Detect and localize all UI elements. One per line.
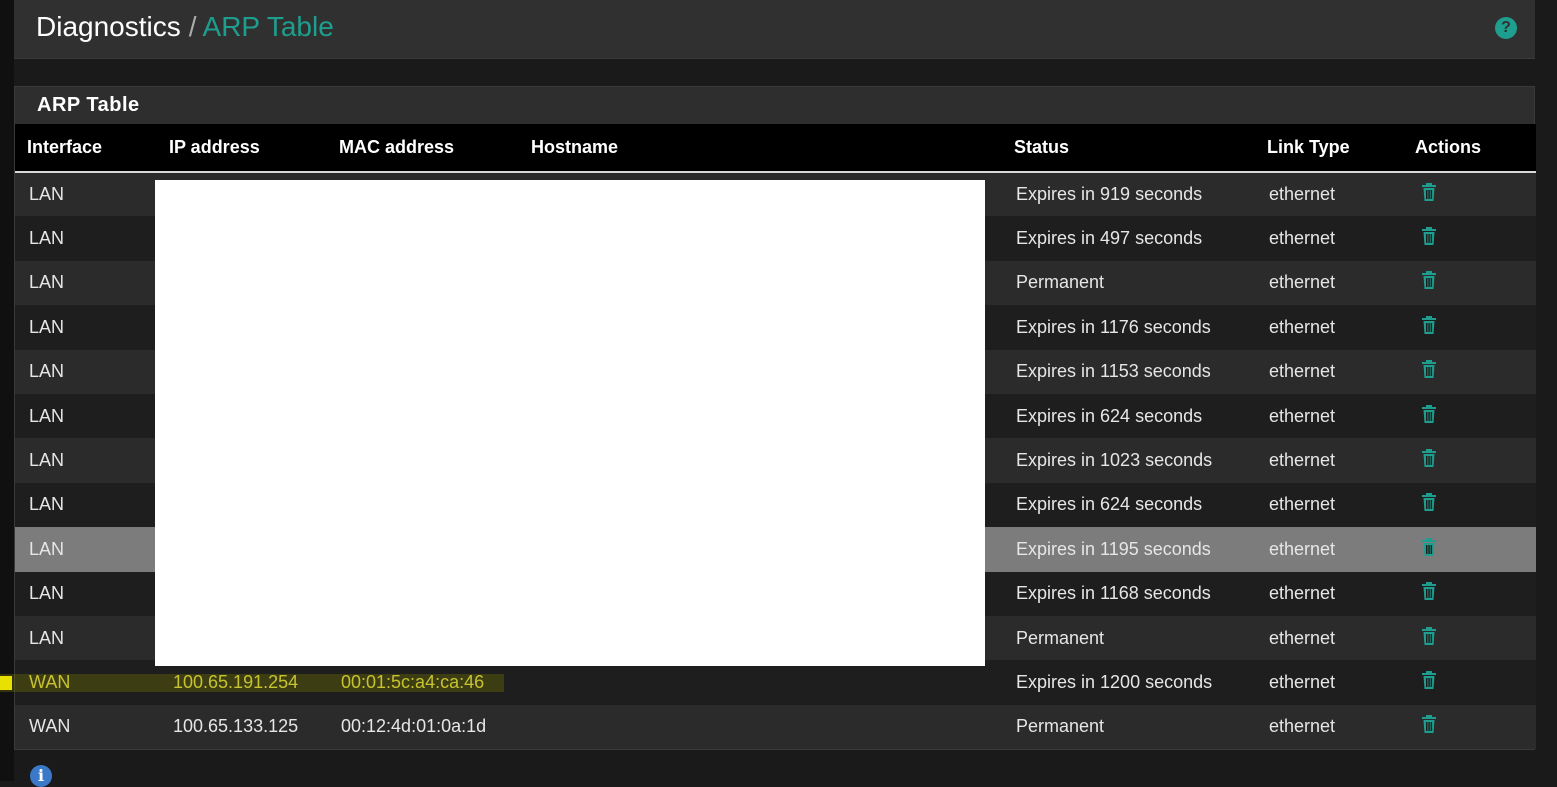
cell-mac: 00:12:4d:01:0a:1d	[341, 716, 487, 737]
cell-link-type: ethernet	[1269, 272, 1336, 293]
cell-link-type: ethernet	[1269, 184, 1336, 205]
trash-icon[interactable]	[1421, 537, 1437, 557]
trash-icon[interactable]	[1421, 226, 1437, 246]
cell-link-type: ethernet	[1269, 627, 1336, 648]
trash-icon[interactable]	[1421, 714, 1437, 734]
cell-interface: LAN	[29, 184, 65, 205]
highlight-mark	[0, 674, 504, 692]
cell-actions	[1403, 216, 1536, 260]
trash-icon[interactable]	[1421, 270, 1437, 290]
cell-interface: LAN	[29, 361, 65, 382]
cell-actions	[1403, 660, 1536, 704]
trash-icon[interactable]	[1421, 626, 1437, 646]
question-circle-icon[interactable]: ?	[1495, 17, 1517, 39]
page-header: Diagnostics / ARP Table ?	[14, 0, 1535, 59]
cell-actions	[1403, 394, 1536, 438]
cell-status: Expires in 624 seconds	[1016, 405, 1203, 426]
cell-status: Expires in 1195 seconds	[1016, 538, 1211, 559]
header-ip-address[interactable]: IP address	[157, 124, 327, 173]
header-status[interactable]: Status	[1002, 124, 1255, 173]
trash-icon[interactable]	[1421, 315, 1437, 335]
cell-link-type: ethernet	[1269, 361, 1336, 382]
breadcrumb-root[interactable]: Diagnostics	[36, 11, 181, 42]
cell-link-type: ethernet	[1269, 538, 1336, 559]
redaction-box	[155, 180, 985, 666]
header-actions: Actions	[1403, 124, 1536, 173]
cell-interface: LAN	[29, 494, 65, 515]
cell-link-type: ethernet	[1269, 316, 1336, 337]
left-edge	[0, 0, 14, 781]
cell-link-type: ethernet	[1269, 583, 1336, 604]
cell-actions	[1403, 261, 1536, 305]
cell-interface: LAN	[29, 405, 65, 426]
cell-status: Permanent	[1016, 627, 1105, 648]
cell-link-type: ethernet	[1269, 228, 1336, 249]
header-link-type[interactable]: Link Type	[1255, 124, 1403, 173]
breadcrumb-current[interactable]: ARP Table	[203, 11, 334, 42]
trash-icon[interactable]	[1421, 404, 1437, 424]
cell-status: Expires in 624 seconds	[1016, 494, 1203, 515]
table-row[interactable]: WAN 100.65.133.125 00:12:4d:01:0a:1d Perman…	[15, 704, 1536, 750]
cell-hostname	[519, 705, 1002, 749]
cell-interface: LAN	[29, 450, 65, 471]
trash-icon[interactable]	[1421, 448, 1437, 468]
cell-actions	[1403, 483, 1536, 527]
cell-interface: LAN	[29, 316, 65, 337]
cell-status: Expires in 919 seconds	[1016, 184, 1203, 205]
cell-actions	[1403, 705, 1536, 749]
trash-icon[interactable]	[1421, 182, 1437, 202]
cell-actions	[1403, 616, 1536, 660]
cell-status: Expires in 1153 seconds	[1016, 361, 1211, 382]
cell-link-type: ethernet	[1269, 450, 1336, 471]
cell-actions	[1403, 572, 1536, 616]
cell-actions	[1403, 527, 1536, 571]
cell-actions	[1403, 438, 1536, 482]
panel-title: ARP Table	[15, 87, 1534, 124]
trash-icon[interactable]	[1421, 359, 1437, 379]
cell-ip: 100.65.133.125	[173, 716, 299, 737]
breadcrumb: Diagnostics / ARP Table	[36, 10, 334, 44]
trash-icon[interactable]	[1421, 492, 1437, 512]
cell-status: Permanent	[1016, 716, 1105, 737]
cell-status: Expires in 1176 seconds	[1016, 316, 1211, 337]
cell-interface: LAN	[29, 627, 65, 648]
trash-icon[interactable]	[1421, 581, 1437, 601]
cell-status: Expires in 1200 seconds	[1016, 671, 1213, 692]
cell-interface: LAN	[29, 272, 65, 293]
cell-actions	[1403, 350, 1536, 394]
header-interface[interactable]: Interface	[15, 124, 157, 173]
cell-hostname	[519, 660, 1002, 704]
cell-status: Expires in 497 seconds	[1016, 228, 1203, 249]
cell-interface: LAN	[29, 538, 65, 559]
cell-status: Permanent	[1016, 272, 1105, 293]
table-header-row: Interface IP address MAC address Hostnam…	[15, 124, 1536, 173]
cell-interface: LAN	[29, 228, 65, 249]
cell-actions	[1403, 172, 1536, 216]
info-circle-icon[interactable]: i	[30, 765, 52, 787]
cell-actions	[1403, 305, 1536, 349]
header-hostname[interactable]: Hostname	[519, 124, 1002, 173]
cell-link-type: ethernet	[1269, 494, 1336, 515]
cell-link-type: ethernet	[1269, 671, 1336, 692]
cell-link-type: ethernet	[1269, 405, 1336, 426]
cell-status: Expires in 1168 seconds	[1016, 583, 1211, 604]
cell-status: Expires in 1023 seconds	[1016, 450, 1213, 471]
header-mac-address[interactable]: MAC address	[327, 124, 519, 173]
cell-interface: LAN	[29, 583, 65, 604]
highlight-marker	[0, 676, 12, 690]
cell-interface: WAN	[29, 716, 71, 737]
trash-icon[interactable]	[1421, 670, 1437, 690]
breadcrumb-separator: /	[188, 11, 197, 42]
cell-link-type: ethernet	[1269, 716, 1336, 737]
